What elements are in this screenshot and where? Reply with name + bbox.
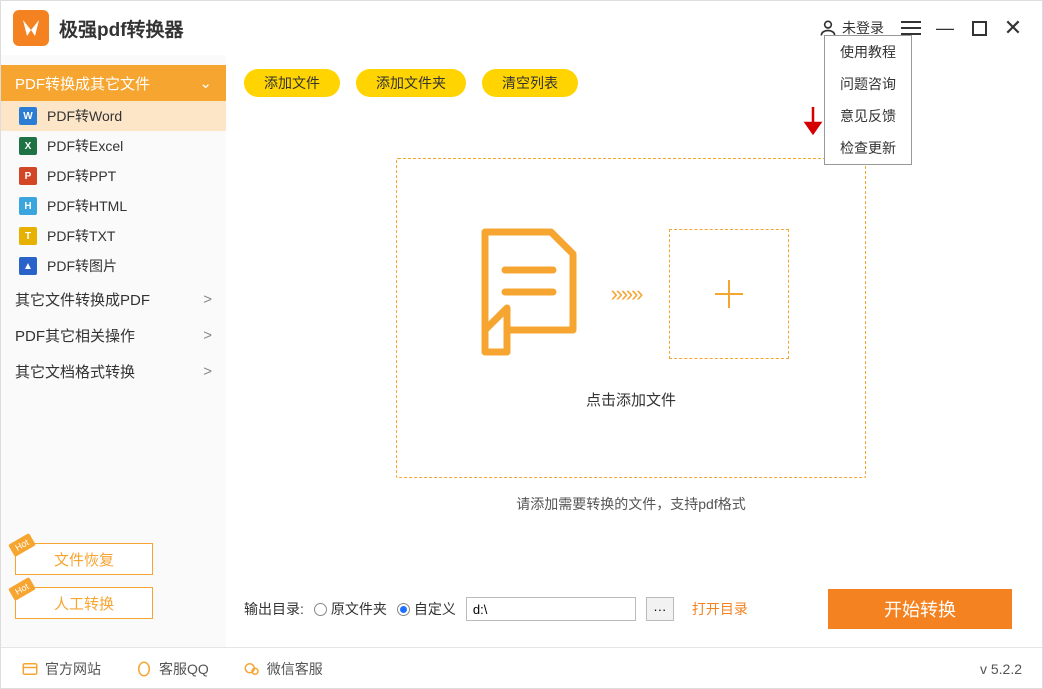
sidebar-cat-pdf-ops[interactable]: PDF其它相关操作 > — [1, 317, 226, 353]
clear-list-button[interactable]: 清空列表 — [482, 69, 578, 97]
chevron-down-icon: ⌄ — [199, 74, 212, 92]
sidebar-cat-label: PDF其它相关操作 — [15, 325, 135, 346]
wechat-support-link[interactable]: 微信客服 — [243, 659, 323, 679]
maximize-icon — [972, 21, 987, 36]
footer-label: 官方网站 — [45, 659, 101, 679]
sidebar-item-label: PDF转HTML — [47, 196, 127, 216]
excel-icon: X — [19, 137, 37, 155]
document-icon — [473, 226, 583, 361]
close-button[interactable]: ✕ — [996, 11, 1030, 45]
sidebar-item-label: PDF转Word — [47, 106, 122, 126]
radio-label: 自定义 — [414, 599, 456, 619]
maximize-button[interactable] — [962, 11, 996, 45]
browse-button[interactable]: ··· — [646, 597, 674, 621]
txt-icon: T — [19, 227, 37, 245]
official-site-link[interactable]: 官方网站 — [21, 659, 101, 679]
html-icon: H — [19, 197, 37, 215]
radio-custom-folder[interactable]: 自定义 — [397, 599, 456, 619]
file-recover-button[interactable]: Hot 文件恢复 — [15, 543, 153, 575]
main-menu-dropdown: 使用教程 问题咨询 意见反馈 检查更新 — [824, 35, 912, 165]
radio-icon — [397, 603, 410, 616]
sidebar: PDF转换成其它文件 ⌄ W PDF转Word X PDF转Excel P PD… — [1, 55, 226, 647]
radio-source-folder[interactable]: 原文件夹 — [314, 599, 387, 619]
plus-box — [669, 229, 789, 359]
menu-item-feedback[interactable]: 意见反馈 — [825, 100, 911, 132]
chevron-right-icon: > — [203, 327, 212, 344]
start-convert-button[interactable]: 开始转换 — [828, 589, 1012, 629]
sidebar-item-pdf-to-txt[interactable]: T PDF转TXT — [1, 221, 226, 251]
sidebar-cat-pdf-to-other[interactable]: PDF转换成其它文件 ⌄ — [1, 65, 226, 101]
word-icon: W — [19, 107, 37, 125]
app-title: 极强pdf转换器 — [59, 15, 184, 42]
sidebar-item-pdf-to-image[interactable]: ▲ PDF转图片 — [1, 251, 226, 281]
footer: 官方网站 客服QQ 微信客服 v 5.2.2 — [1, 647, 1042, 689]
hot-badge: Hot — [8, 577, 36, 601]
sidebar-item-label: PDF转图片 — [47, 256, 117, 276]
sidebar-item-pdf-to-ppt[interactable]: P PDF转PPT — [1, 161, 226, 191]
sidebar-item-label: PDF转PPT — [47, 166, 116, 186]
footer-label: 客服QQ — [159, 659, 209, 679]
qq-icon — [135, 660, 153, 678]
menu-item-faq[interactable]: 问题咨询 — [825, 68, 911, 100]
sidebar-item-label: PDF转TXT — [47, 226, 115, 246]
version-label: v 5.2.2 — [980, 661, 1022, 677]
menu-item-update[interactable]: 检查更新 — [825, 132, 911, 164]
ppt-icon: P — [19, 167, 37, 185]
sidebar-cat-other-to-pdf[interactable]: 其它文件转换成PDF > — [1, 281, 226, 317]
footer-label: 微信客服 — [267, 659, 323, 679]
hot-badge: Hot — [8, 533, 36, 557]
open-dir-link[interactable]: 打开目录 — [692, 599, 748, 619]
output-path-input[interactable] — [466, 597, 636, 621]
main-panel: 添加文件 添加文件夹 清空列表 »»» — [226, 55, 1042, 647]
radio-icon — [314, 603, 327, 616]
add-file-button[interactable]: 添加文件 — [244, 69, 340, 97]
menu-item-tutorial[interactable]: 使用教程 — [825, 36, 911, 68]
manual-convert-button[interactable]: Hot 人工转换 — [15, 587, 153, 619]
dropzone-text: 点击添加文件 — [586, 389, 676, 410]
plus-icon — [711, 276, 747, 312]
sidebar-cat-other-formats[interactable]: 其它文档格式转换 > — [1, 353, 226, 389]
app-logo — [13, 10, 49, 46]
sidebar-cat-label: 其它文件转换成PDF — [15, 289, 150, 310]
chevron-right-icon: > — [203, 363, 212, 380]
sidebar-item-pdf-to-html[interactable]: H PDF转HTML — [1, 191, 226, 221]
add-folder-button[interactable]: 添加文件夹 — [356, 69, 466, 97]
hint-arrow-icon — [802, 105, 824, 140]
qq-support-link[interactable]: 客服QQ — [135, 659, 209, 679]
minimize-button[interactable]: — — [928, 11, 962, 45]
dropzone[interactable]: »»» 点击添加文件 — [396, 158, 866, 478]
hamburger-icon — [901, 21, 921, 35]
dropzone-hint: 请添加需要转换的文件，支持pdf格式 — [516, 494, 745, 514]
sidebar-item-pdf-to-excel[interactable]: X PDF转Excel — [1, 131, 226, 161]
output-label: 输出目录: — [244, 599, 304, 619]
wechat-icon — [243, 660, 261, 678]
sidebar-item-pdf-to-word[interactable]: W PDF转Word — [1, 101, 226, 131]
sidebar-cat-label: 其它文档格式转换 — [15, 361, 135, 382]
arrows-icon: »»» — [611, 281, 642, 307]
globe-icon — [21, 660, 39, 678]
promo-label: 文件恢复 — [54, 549, 114, 570]
output-row: 输出目录: 原文件夹 自定义 ··· 打开目录 开始转换 — [244, 575, 1018, 647]
radio-label: 原文件夹 — [331, 599, 387, 619]
sidebar-cat-label: PDF转换成其它文件 — [15, 73, 150, 94]
promo-label: 人工转换 — [54, 593, 114, 614]
image-icon: ▲ — [19, 257, 37, 275]
sidebar-item-label: PDF转Excel — [47, 136, 123, 156]
chevron-right-icon: > — [203, 291, 212, 308]
